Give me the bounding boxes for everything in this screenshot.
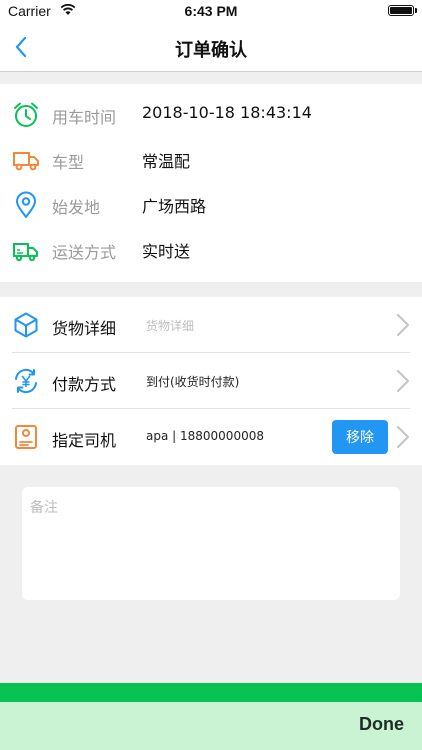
yuan-cycle-icon xyxy=(15,368,37,394)
origin-label: 始发地 xyxy=(52,198,101,217)
alarm-clock-icon xyxy=(14,102,38,127)
payment-method-row[interactable]: 付款方式 到付(收货时付款) xyxy=(0,353,422,409)
chevron-right-icon xyxy=(397,426,409,448)
order-info-card: 用车时间 2018-10-18 18:43:14 车型 常温配 始发地 广场西路… xyxy=(0,84,422,282)
vehicle-type-value: 常温配 xyxy=(142,152,191,171)
payment-method-value: 到付(收货时付款) xyxy=(146,375,240,389)
truck-icon xyxy=(13,152,39,171)
goods-detail-placeholder: 货物详细 xyxy=(146,319,195,333)
order-options-card: 货物详细 货物详细 付款方式 到付(收货时付款) 指定司机 apa | 1880… xyxy=(0,297,422,465)
assigned-driver-row[interactable]: 指定司机 apa | 18800000008 移除 xyxy=(0,409,422,465)
box-icon xyxy=(14,312,38,338)
submit-bar[interactable] xyxy=(0,683,422,702)
remove-driver-button[interactable]: 移除 xyxy=(332,420,388,454)
goods-detail-label: 货物详细 xyxy=(52,319,117,338)
vehicle-type-label: 车型 xyxy=(52,153,85,172)
clock-time: 6:43 PM xyxy=(184,3,238,19)
assigned-driver-value: apa | 18800000008 xyxy=(146,429,264,443)
goods-detail-row[interactable]: 货物详细 货物详细 xyxy=(0,297,422,353)
assigned-driver-label: 指定司机 xyxy=(52,431,117,450)
remark-textarea[interactable] xyxy=(22,487,400,600)
chevron-right-icon xyxy=(397,314,409,336)
time-label: 用车时间 xyxy=(52,108,117,127)
delivery-method-value: 实时送 xyxy=(142,242,191,261)
status-bar: Carrier 6:43 PM xyxy=(0,0,422,22)
page-title: 订单确认 xyxy=(175,40,247,61)
delivery-method-label: 运送方式 xyxy=(52,243,117,262)
info-row-origin: 始发地 广场西路 xyxy=(0,182,422,227)
navigation-bar: 订单确认 xyxy=(0,22,422,72)
keyboard-toolbar: Done xyxy=(0,702,422,750)
info-row-time: 用车时间 2018-10-18 18:43:14 xyxy=(0,92,422,137)
location-pin-icon xyxy=(16,191,36,218)
driver-card-icon xyxy=(15,425,37,449)
info-row-vehicle-type: 车型 常温配 xyxy=(0,137,422,182)
done-button[interactable]: Done xyxy=(359,714,404,735)
info-row-delivery-method: 运送方式 实时送 xyxy=(0,227,422,272)
time-value: 2018-10-18 18:43:14 xyxy=(142,103,312,122)
origin-value: 广场西路 xyxy=(142,197,207,216)
payment-method-label: 付款方式 xyxy=(52,375,117,394)
delivery-van-icon xyxy=(13,243,38,262)
chevron-right-icon xyxy=(397,370,409,392)
battery-icon xyxy=(388,5,417,16)
